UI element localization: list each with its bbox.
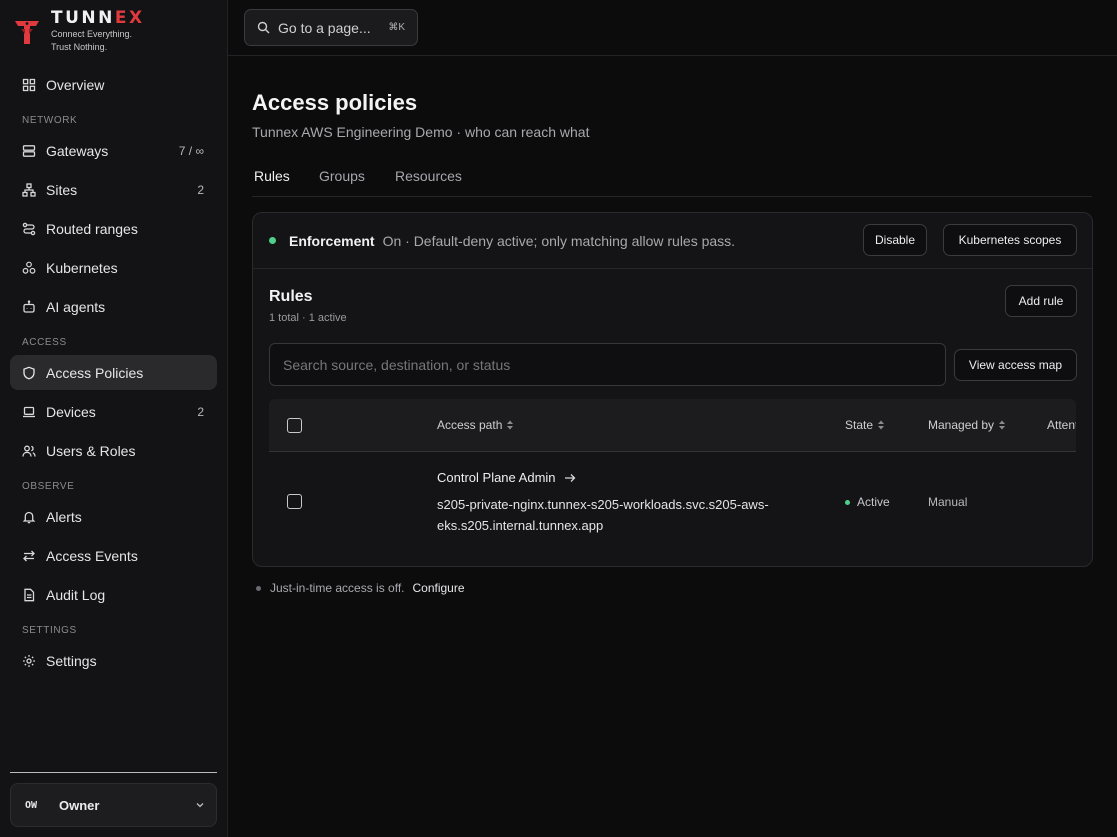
view-access-map-button[interactable]: View access map (954, 349, 1077, 381)
row-checkbox[interactable] (287, 494, 302, 509)
bot-icon (22, 299, 36, 314)
table-row[interactable]: Control Plane Admin s205-private-nginx.t… (269, 452, 1076, 555)
rule-destination: s205-private-nginx.tunnex-s205-workloads… (437, 497, 769, 533)
grid-icon (22, 78, 36, 92)
command-search-button[interactable]: Go to a page... ⌘K (244, 9, 418, 46)
column-state[interactable]: State (845, 418, 885, 432)
section-settings: SETTINGS (22, 625, 77, 636)
sidebar-item-gateways[interactable]: Gateways 7 / ∞ (10, 133, 217, 168)
devices-count: 2 (197, 404, 204, 419)
sidebar-item-kubernetes[interactable]: Kubernetes (10, 250, 217, 285)
sidebar-item-access-policies[interactable]: Access Policies (10, 355, 217, 390)
column-managed-by[interactable]: Managed by (928, 418, 1006, 432)
route-icon (22, 222, 36, 236)
sidebar-item-overview[interactable]: Overview (10, 67, 217, 102)
arrows-icon (22, 549, 36, 563)
select-all-checkbox[interactable] (287, 418, 302, 433)
status-badge: Active (845, 495, 890, 509)
tab-rules[interactable]: Rules (254, 168, 290, 184)
account-name: Owner (59, 797, 100, 813)
sites-count: 2 (197, 182, 204, 197)
tab-resources[interactable]: Resources (395, 168, 462, 184)
tab-groups[interactable]: Groups (319, 168, 365, 184)
rule-search-input[interactable] (269, 343, 946, 386)
configure-link[interactable]: Configure (412, 581, 464, 595)
sidebar-item-access-events[interactable]: Access Events (10, 538, 217, 573)
gear-icon (22, 654, 36, 668)
sort-icon (998, 420, 1006, 430)
sidebar-item-sites[interactable]: Sites 2 (10, 172, 217, 207)
enforcement-row: Enforcement On · Default-deny active; on… (253, 213, 1092, 269)
enforcement-label: Enforcement (289, 232, 375, 249)
add-rule-button[interactable]: Add rule (1005, 285, 1077, 317)
server-icon (22, 144, 36, 158)
page-subtitle: Tunnex AWS Engineering Demo · who can re… (252, 124, 590, 140)
cubes-icon (22, 261, 36, 275)
sidebar-item-audit-log[interactable]: Audit Log (10, 577, 217, 612)
brand-name: TUNNEX (51, 8, 145, 28)
jit-text: Just-in-time access is off. (270, 581, 405, 595)
column-attention[interactable]: Attention (1047, 418, 1076, 432)
tab-bar: Rules Groups Resources (252, 164, 1092, 197)
enforcement-status-dot (269, 237, 276, 244)
jit-status-dot (256, 585, 261, 591)
section-observe: OBSERVE (22, 481, 75, 492)
managed-by-value: Manual (928, 495, 968, 509)
brand-tagline-2: Trust Nothing. (51, 42, 108, 52)
sort-icon (506, 420, 514, 430)
rules-summary: 1 total · 1 active (269, 312, 347, 324)
chevron-down-icon (194, 799, 206, 811)
topbar: Go to a page... ⌘K (228, 0, 1117, 56)
users-icon (22, 444, 36, 458)
rules-table: Access path State Managed by Attention (269, 399, 1076, 561)
section-network: NETWORK (22, 115, 78, 126)
search-icon (257, 21, 270, 34)
kubernetes-scopes-button[interactable]: Kubernetes scopes (943, 224, 1077, 256)
brand[interactable]: TUNNEX Connect Everything. Trust Nothing… (12, 8, 145, 54)
file-icon (22, 588, 36, 602)
shield-icon (22, 366, 36, 380)
arrow-right-icon (564, 473, 576, 483)
sidebar-item-ai-agents[interactable]: AI agents (10, 289, 217, 324)
page-title: Access policies (252, 90, 418, 115)
laptop-icon (22, 405, 36, 419)
sidebar-item-devices[interactable]: Devices 2 (10, 394, 217, 429)
brand-tagline-1: Connect Everything. (51, 29, 133, 39)
jit-notice: Just-in-time access is off. Configure (256, 581, 465, 595)
sidebar-item-routed-ranges[interactable]: Routed ranges (10, 211, 217, 246)
command-search-label: Go to a page... (278, 19, 371, 36)
status-dot (845, 499, 850, 505)
sidebar-item-users-roles[interactable]: Users & Roles (10, 433, 217, 468)
keyboard-shortcut: ⌘K (388, 22, 405, 33)
column-access-path[interactable]: Access path (437, 418, 514, 432)
network-icon (22, 182, 36, 197)
sort-icon (877, 420, 885, 430)
rules-title: Rules (269, 288, 313, 305)
enforcement-description: On · Default-deny active; only matching … (382, 232, 736, 249)
avatar: OW (25, 799, 38, 811)
sidebar: TUNNEX Connect Everything. Trust Nothing… (0, 0, 228, 837)
table-header: Access path State Managed by Attention (269, 399, 1076, 452)
sidebar-divider (10, 772, 217, 773)
rules-card: Enforcement On · Default-deny active; on… (252, 212, 1093, 567)
rule-name[interactable]: Control Plane Admin (437, 470, 576, 485)
section-access: ACCESS (22, 337, 67, 348)
account-switcher[interactable]: OW Owner (10, 783, 217, 827)
disable-button[interactable]: Disable (863, 224, 927, 256)
gateways-count: 7 / ∞ (178, 143, 204, 158)
sidebar-item-alerts[interactable]: Alerts (10, 499, 217, 534)
tunnex-logo-icon (12, 16, 42, 46)
bell-icon (22, 510, 36, 524)
sidebar-item-settings[interactable]: Settings (10, 643, 217, 678)
